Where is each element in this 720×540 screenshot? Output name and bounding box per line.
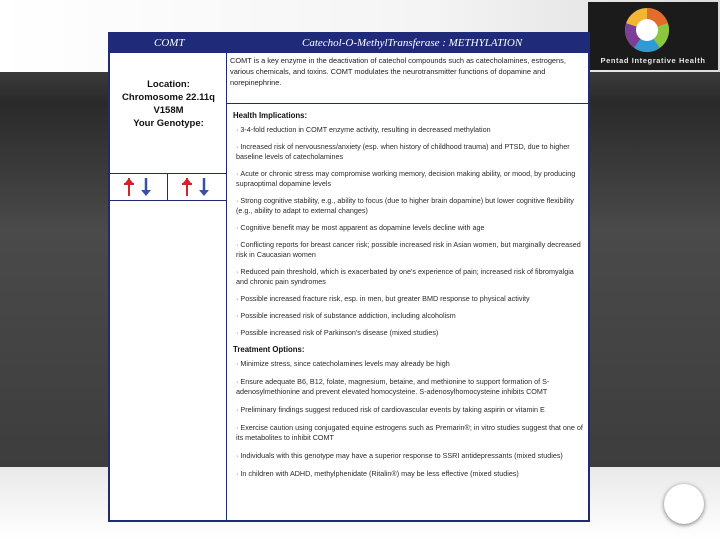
bullet-dot: · <box>236 169 239 178</box>
list-item: · Acute or chronic stress may compromise … <box>233 169 585 189</box>
list-item: · In children with ADHD, methylphenidate … <box>233 469 585 479</box>
list-item-text: Possible increased risk of Parkinson's d… <box>240 328 439 337</box>
location-block: Location: Chromosome 22.11q V158M Your G… <box>110 78 227 130</box>
bullet-dot: · <box>236 469 239 478</box>
gene-symbol: COMT <box>154 37 185 49</box>
bullet-dot: · <box>236 377 239 386</box>
bullet-dot: · <box>236 196 239 205</box>
gene-info-column: Location: Chromosome 22.11q V158M Your G… <box>110 53 227 520</box>
list-item-text: Reduced pain threshold, which is exacerb… <box>236 267 574 286</box>
bullet-dot: · <box>236 267 239 276</box>
list-item: · Strong cognitive stability, e.g., abili… <box>233 196 585 216</box>
bullet-dot: · <box>236 451 239 460</box>
health-implications-title: Health Implications: <box>233 111 308 120</box>
bullet-dot: · <box>236 359 239 368</box>
list-item-text: Minimize stress, since catecholamines le… <box>240 359 450 368</box>
bullet-dot: · <box>236 405 239 414</box>
company-logo: Pentad Integrative Health <box>588 2 718 70</box>
intro-divider <box>227 103 588 104</box>
gene-details: Health Implications: · 3-4-fold reduction… <box>233 111 585 487</box>
bullet-dot: · <box>236 223 239 232</box>
list-item: · Increased risk of nervousness/anxiety (… <box>233 142 585 162</box>
list-item-text: Preliminary findings suggest reduced ris… <box>240 405 545 414</box>
bullet-dot: · <box>236 328 239 337</box>
list-item: · 3-4-fold reduction in COMT enzyme activ… <box>233 125 585 135</box>
logo-wheel-icon <box>625 8 669 52</box>
slide-number-badge[interactable] <box>664 484 704 524</box>
list-item-text: Exercise caution using conjugated equine… <box>236 423 583 442</box>
list-item: · Individuals with this genotype may have… <box>233 451 585 461</box>
list-item: · Exercise caution using conjugated equin… <box>233 423 585 443</box>
list-item: · Possible increased risk of Parkinson's … <box>233 328 585 338</box>
list-item-text: Increased risk of nervousness/anxiety (e… <box>236 142 570 161</box>
treatment-options-list: · Minimize stress, since catecholamines l… <box>233 359 585 479</box>
chromosome-value: Chromosome 22.11q <box>122 92 215 103</box>
list-item: · Ensure adequate B6, B12, folate, magnes… <box>233 377 585 397</box>
list-item: · Possible increased risk of substance ad… <box>233 311 585 321</box>
list-item: · Cognitive benefit may be most apparent … <box>233 223 585 233</box>
list-item-text: Ensure adequate B6, B12, folate, magnesi… <box>236 377 550 396</box>
logo-brand-text: Pentad Integrative Health <box>600 56 706 65</box>
allele-arrows-icon <box>182 178 209 196</box>
bullet-dot: · <box>236 142 239 151</box>
list-item: · Minimize stress, since catecholamines l… <box>233 359 585 369</box>
list-item: · Possible increased fracture risk, esp. … <box>233 294 585 304</box>
list-item-text: Possible increased risk of substance add… <box>240 311 456 320</box>
list-item: · Conflicting reports for breast cancer r… <box>233 240 585 260</box>
location-label: Location: <box>147 79 190 90</box>
list-item-text: Conflicting reports for breast cancer ri… <box>236 240 581 259</box>
list-item: · Reduced pain threshold, which is exacer… <box>233 267 585 287</box>
health-implications-list: · 3-4-fold reduction in COMT enzyme activ… <box>233 125 585 338</box>
gene-full-name: Catechol-O-MethylTransferase : METHYLATI… <box>302 37 523 49</box>
gene-report-card: COMT Catechol-O-MethylTransferase : METH… <box>108 32 590 522</box>
gene-intro-text: COMT is a key enzyme in the deactivation… <box>230 56 566 87</box>
bullet-dot: · <box>236 125 239 134</box>
list-item-text: 3-4-fold reduction in COMT enzyme activi… <box>240 125 491 134</box>
list-item-text: Individuals with this genotype may have … <box>240 451 563 460</box>
list-item-text: Strong cognitive stability, e.g., abilit… <box>236 196 574 215</box>
bullet-dot: · <box>236 423 239 432</box>
bullet-dot: · <box>236 294 239 303</box>
allele-cell-2 <box>168 174 226 200</box>
allele-cell-1 <box>110 174 168 200</box>
variant-value: V158M <box>153 105 184 116</box>
list-item-text: Acute or chronic stress may compromise w… <box>236 169 576 188</box>
genotype-label: Your Genotype: <box>133 118 204 129</box>
bullet-dot: · <box>236 311 239 320</box>
allele-arrows-icon <box>124 178 151 196</box>
treatment-options-title: Treatment Options: <box>233 345 305 354</box>
genotype-box <box>110 173 226 201</box>
card-header: COMT Catechol-O-MethylTransferase : METH… <box>110 34 588 53</box>
bullet-dot: · <box>236 240 239 249</box>
list-item-text: In children with ADHD, methylphenidate (… <box>240 469 519 478</box>
list-item-text: Cognitive benefit may be most apparent a… <box>240 223 485 232</box>
list-item-text: Possible increased fracture risk, esp. i… <box>240 294 530 303</box>
list-item: · Preliminary findings suggest reduced ri… <box>233 405 585 415</box>
